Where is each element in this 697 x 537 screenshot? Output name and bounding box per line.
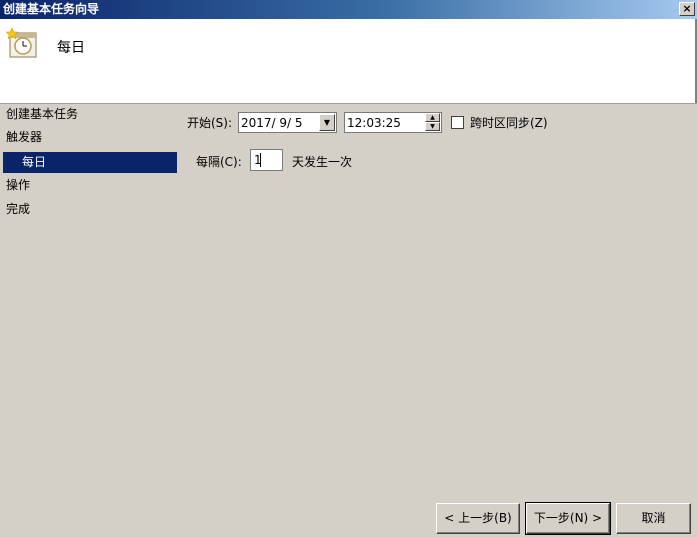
page-title: 每日 [57, 40, 85, 56]
start-date-value: 2017/ 9/ 5 [241, 116, 303, 130]
recur-suffix-label: 天发生一次 [292, 155, 353, 169]
back-button[interactable]: < 上一步(B) [436, 503, 520, 534]
close-icon: × [682, 2, 692, 15]
close-button[interactable]: × [679, 2, 695, 16]
recur-days-input[interactable]: 1 [250, 149, 283, 171]
nav-step-daily[interactable]: 每日 [3, 152, 177, 173]
start-label: 开始(S): [187, 116, 233, 130]
start-time-value: 12:03:25 [347, 116, 401, 130]
nav-step-create-basic-task[interactable]: 创建基本任务 [6, 104, 78, 124]
text-caret [260, 153, 261, 167]
nav-step-finish[interactable]: 完成 [6, 199, 30, 219]
time-spin-up-button[interactable]: ▲ [425, 113, 440, 122]
window-titlebar: 创建基本任务向导 × [0, 0, 697, 19]
sync-timezone-checkbox[interactable] [451, 116, 464, 129]
time-spin-down-button[interactable]: ▼ [425, 122, 440, 131]
date-dropdown-button[interactable]: ▼ [319, 114, 335, 131]
start-time-field[interactable]: 12:03:25 ▲ ▼ [344, 112, 442, 133]
recur-label: 每隔(C): [196, 155, 242, 169]
clock-calendar-icon [6, 27, 37, 58]
arrow-up-icon: ▲ [430, 114, 435, 121]
wizard-body: 创建基本任务 触发器 每日 操作 完成 开始(S): 2017/ 9/ 5 ▼ … [0, 103, 697, 537]
window-title: 创建基本任务向导 [3, 2, 100, 16]
cancel-button[interactable]: 取消 [616, 503, 691, 534]
nav-step-trigger[interactable]: 触发器 [6, 127, 42, 147]
arrow-down-icon: ▼ [430, 123, 435, 130]
chevron-down-icon: ▼ [323, 118, 331, 127]
start-date-picker[interactable]: 2017/ 9/ 5 ▼ [238, 112, 337, 133]
sync-timezone-label[interactable]: 跨时区同步(Z) [470, 115, 548, 131]
wizard-header: 每日 [0, 19, 697, 103]
next-button[interactable]: 下一步(N) > [525, 502, 611, 535]
nav-step-action[interactable]: 操作 [6, 175, 30, 195]
